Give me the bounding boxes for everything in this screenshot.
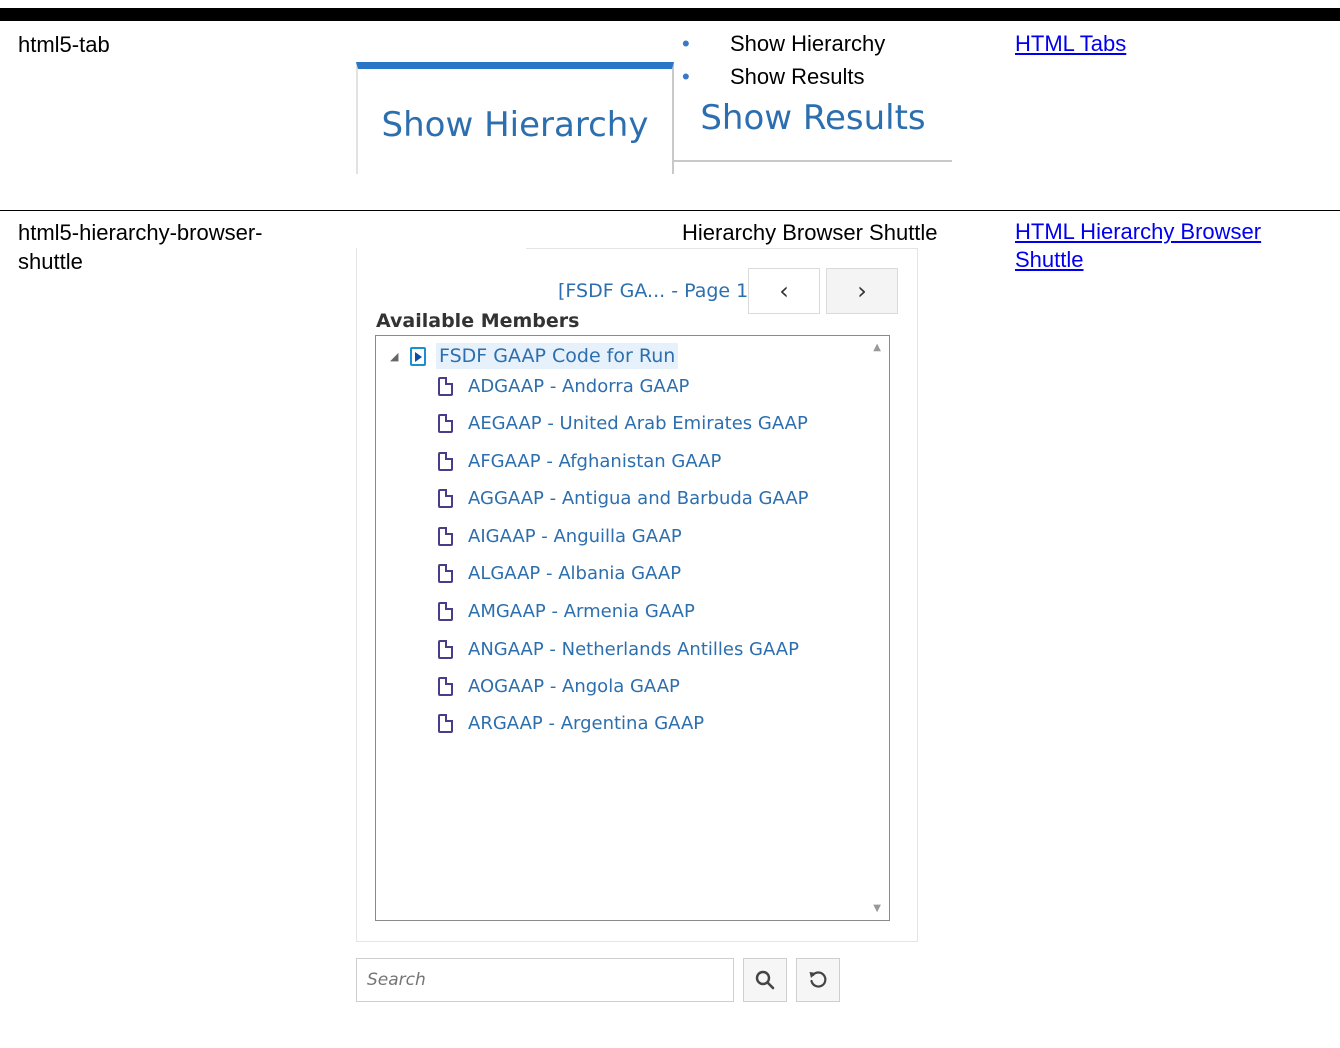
list-item-text: Show Results	[730, 64, 865, 89]
document-icon	[438, 563, 453, 583]
search-input[interactable]	[357, 959, 733, 1001]
scroll-up-icon[interactable]: ▲	[873, 342, 881, 353]
bullet-icon: •	[682, 31, 690, 56]
row-link-cell: HTML Tabs	[1015, 30, 1335, 58]
available-members-title: Available Members	[376, 310, 580, 332]
tree-root-label: FSDF GAAP Code for Run	[436, 343, 679, 369]
tree-leaf[interactable]: AGGAAP - Antigua and Barbuda GAAP	[438, 484, 809, 512]
bullet-icon: •	[682, 64, 690, 89]
tab-show-hierarchy[interactable]: Show Hierarchy	[356, 62, 674, 174]
tree-leaf[interactable]: AEGAAP - United Arab Emirates GAAP	[438, 409, 808, 437]
table-top-border	[0, 8, 1340, 21]
document-icon	[438, 526, 453, 546]
list-item-text: Show Hierarchy	[730, 31, 886, 56]
page-indicator: [FSDF GA... - Page 1	[558, 280, 749, 302]
next-page-button[interactable]: ›	[826, 268, 898, 314]
html-hierarchy-browser-shuttle-link[interactable]: HTML Hierarchy Browser Shuttle	[1015, 219, 1261, 272]
list-item: • Show Results	[682, 60, 885, 93]
tree-leaf-label: AIGAAP - Anguilla GAAP	[468, 525, 682, 547]
scroll-down-icon[interactable]: ▼	[873, 903, 881, 914]
row-description-html5-tab: • Show Hierarchy • Show Results	[682, 27, 885, 93]
tree-leaf[interactable]: AFGAAP - Afghanistan GAAP	[438, 447, 721, 475]
hierarchy-browser-screenshot: [FSDF GA... - Page 1 ‹ › Available Membe…	[356, 248, 918, 1008]
chevron-left-icon: ‹	[779, 277, 789, 305]
document-icon	[438, 713, 453, 733]
tree-leaf-label: AOGAAP - Angola GAAP	[468, 675, 680, 697]
tree-leaf-label: ANGAAP - Netherlands Antilles GAAP	[468, 638, 799, 660]
document-icon	[438, 376, 453, 396]
tab-label: Show Results	[700, 98, 926, 138]
document-icon	[438, 488, 453, 508]
tree-root-node[interactable]: ◢ FSDF GAAP Code for Run	[390, 342, 679, 370]
search-icon	[755, 970, 775, 990]
tree-leaf-label: AFGAAP - Afghanistan GAAP	[468, 450, 722, 472]
tree-leaf-label: AGGAAP - Antigua and Barbuda GAAP	[468, 487, 809, 509]
tree-leaf-label: ALGAAP - Albania GAAP	[468, 562, 682, 584]
list-item: • Show Hierarchy	[682, 27, 885, 60]
row-divider	[0, 210, 1340, 211]
tree-leaf-label: ARGAAP - Argentina GAAP	[468, 712, 705, 734]
tree-leaf[interactable]: ARGAAP - Argentina GAAP	[438, 709, 704, 737]
frame-top-edge	[526, 248, 918, 249]
document-icon	[438, 413, 453, 433]
reset-button[interactable]	[796, 958, 840, 1002]
tree-leaf[interactable]: ALGAAP - Albania GAAP	[438, 559, 681, 587]
document-icon	[438, 601, 453, 621]
document-icon	[438, 676, 453, 696]
tree-leaf[interactable]: ANGAAP - Netherlands Antilles GAAP	[438, 635, 799, 663]
tree-leaf[interactable]: AMGAAP - Armenia GAAP	[438, 597, 695, 625]
member-tree[interactable]: ▲ ◢ FSDF GAAP Code for Run ADGAAP - Ando…	[375, 335, 890, 921]
tree-leaf[interactable]: AIGAAP - Anguilla GAAP	[438, 522, 682, 550]
chevron-right-icon: ›	[857, 277, 867, 305]
search-button[interactable]	[743, 958, 787, 1002]
tree-leaf[interactable]: AOGAAP - Angola GAAP	[438, 672, 680, 700]
hierarchy-node-icon	[410, 346, 426, 366]
tree-leaf-label: ADGAAP - Andorra GAAP	[468, 375, 690, 397]
reset-icon	[809, 971, 827, 988]
row-description-hierarchy-browser-shuttle: Hierarchy Browser Shuttle	[682, 220, 938, 245]
tree-leaf[interactable]: ADGAAP - Andorra GAAP	[438, 372, 689, 400]
row-name-html5-hierarchy-browser-shuttle: html5-hierarchy-browser-shuttle	[18, 220, 263, 274]
description-list: • Show Hierarchy • Show Results	[682, 27, 885, 93]
row-name-html5-tab: html5-tab	[18, 32, 110, 57]
tree-leaf-label: AEGAAP - United Arab Emirates GAAP	[468, 412, 808, 434]
row-link-cell: HTML Hierarchy Browser Shuttle	[1015, 218, 1335, 274]
tree-leaf-label: AMGAAP - Armenia GAAP	[468, 600, 695, 622]
html-tabs-link[interactable]: HTML Tabs	[1015, 31, 1126, 56]
previous-page-button[interactable]: ‹	[748, 268, 820, 314]
document-icon	[438, 451, 453, 471]
search-field[interactable]	[356, 958, 734, 1002]
document-icon	[438, 639, 453, 659]
tab-label: Show Hierarchy	[381, 105, 649, 145]
collapse-triangle-icon[interactable]: ◢	[390, 350, 410, 363]
